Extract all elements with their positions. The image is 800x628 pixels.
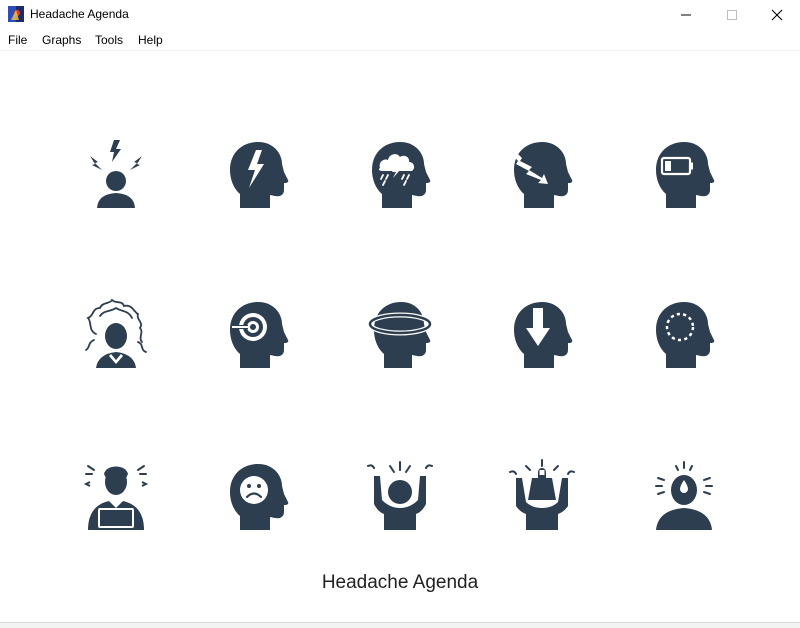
person-laptop-stress-icon[interactable] <box>76 456 156 536</box>
app-logo-icon <box>8 6 24 22</box>
head-sad-face-icon-graphic <box>230 464 289 530</box>
menu-bar: File Graphs Tools Help <box>0 30 800 51</box>
person-frazzled-icon-graphic <box>85 298 147 368</box>
head-migraine-arrow-icon-graphic <box>510 142 573 208</box>
minimize-button[interactable] <box>663 0 709 30</box>
close-icon <box>771 9 783 21</box>
minimize-icon <box>681 14 691 16</box>
head-target-icon[interactable] <box>218 294 298 374</box>
person-frazzled-icon[interactable] <box>76 294 156 374</box>
menu-tools[interactable]: Tools <box>95 33 123 47</box>
person-holding-head-icon[interactable] <box>360 456 440 536</box>
head-migraine-arrow-icon[interactable] <box>502 134 582 214</box>
menu-graphs[interactable]: Graphs <box>42 33 81 47</box>
person-holding-head-icon-graphic <box>367 461 433 530</box>
person-laptop-stress-icon-graphic <box>83 465 149 530</box>
menu-file[interactable]: File <box>8 33 27 47</box>
head-storm-cloud-icon-graphic <box>372 142 431 208</box>
head-low-battery-icon-graphic <box>656 142 715 208</box>
head-target-icon-graphic <box>230 302 289 368</box>
person-sweat-drop-icon-graphic <box>655 461 713 530</box>
stress-person-lightning-icon[interactable] <box>76 134 156 214</box>
head-dizzy-orbit-icon[interactable] <box>360 294 440 374</box>
head-low-battery-icon[interactable] <box>644 134 724 214</box>
maximize-button[interactable] <box>709 0 755 30</box>
maximize-icon <box>727 10 737 20</box>
head-dashed-circle-icon-graphic <box>656 302 715 368</box>
close-button[interactable] <box>754 0 800 30</box>
title-bar: Headache Agenda <box>0 0 800 30</box>
head-lightning-icon[interactable] <box>218 134 298 214</box>
app-name-label: Headache Agenda <box>321 572 479 593</box>
stress-person-lightning-icon-graphic <box>90 140 142 208</box>
head-storm-cloud-icon[interactable] <box>360 134 440 214</box>
person-carrying-weight-icon-graphic <box>509 459 575 530</box>
head-lightning-icon-graphic <box>230 142 289 208</box>
person-carrying-weight-icon[interactable] <box>502 456 582 536</box>
window-bottom-edge <box>0 622 800 628</box>
person-sweat-drop-icon[interactable] <box>644 456 724 536</box>
head-dashed-circle-icon[interactable] <box>644 294 724 374</box>
menu-help[interactable]: Help <box>138 33 163 47</box>
head-dizzy-orbit-icon-graphic <box>367 302 433 368</box>
head-down-arrow-icon-graphic <box>514 302 573 368</box>
window-title: Headache Agenda <box>30 7 129 21</box>
head-sad-face-icon[interactable] <box>218 456 298 536</box>
head-down-arrow-icon[interactable] <box>502 294 582 374</box>
